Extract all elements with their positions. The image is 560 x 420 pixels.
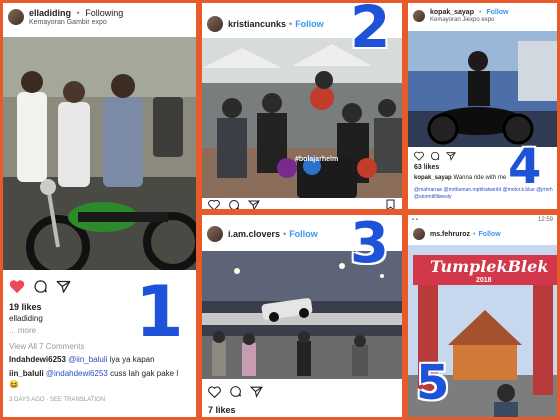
collage-number-5: 5: [416, 355, 450, 411]
follow-button[interactable]: Follow: [479, 231, 501, 238]
avatar[interactable]: [207, 16, 223, 32]
comment-mention[interactable]: @indahdewi6253: [46, 369, 108, 378]
likes-count[interactable]: 19 likes: [3, 302, 48, 312]
comment-row: Indahdewi6253 @iin_baluli iya ya kapan: [3, 355, 161, 366]
status-time: 12:59: [537, 217, 553, 223]
collage-number-3: 3: [350, 212, 389, 276]
caption-username[interactable]: elladiding: [3, 314, 49, 325]
following-label[interactable]: Following: [85, 8, 123, 18]
username[interactable]: ms.fehruroz: [430, 231, 470, 238]
post-header: kopak_sayap • Follow Kemayoran Jiexpo ex…: [408, 3, 557, 29]
post-card-3: i.am.clovers • Follow 7 likes 3: [199, 212, 405, 420]
more-link[interactable]: ... more: [3, 326, 42, 337]
post-actions: [3, 279, 77, 294]
comment-icon[interactable]: [228, 199, 240, 211]
laughing-emoji-icon: 😆: [9, 379, 19, 389]
separator-dot: •: [283, 229, 287, 239]
comment-mention[interactable]: @iin_baluli: [68, 355, 107, 364]
post-actions: [408, 151, 462, 161]
caption-row: kopak_sayap Wanna ride with me: [408, 174, 512, 182]
heart-icon[interactable]: [208, 385, 221, 398]
post-card-1: elladiding • Following Kemayoran Gambir …: [0, 0, 199, 420]
view-comments-link[interactable]: View All 7 Comments: [3, 342, 90, 353]
heart-icon[interactable]: [208, 199, 220, 211]
username[interactable]: kopak_sayap: [430, 9, 474, 16]
likes-count[interactable]: 7 likes: [202, 405, 242, 415]
comment-icon[interactable]: [430, 151, 440, 161]
avatar[interactable]: [413, 10, 425, 22]
follow-button[interactable]: Follow: [295, 19, 324, 29]
share-icon[interactable]: [56, 279, 71, 294]
status-bar: ▪ ▪ 12:59: [408, 215, 557, 225]
bookmark-icon[interactable]: [385, 199, 396, 211]
comment-username[interactable]: iin_baluli: [9, 369, 44, 378]
username[interactable]: i.am.clovers: [228, 229, 280, 239]
separator-dot: •: [473, 230, 476, 238]
avatar[interactable]: [8, 9, 24, 25]
separator-dot: •: [76, 8, 80, 18]
comment-row: iin_baluli @indahdewi6253 cuss lah gak p…: [3, 369, 196, 391]
separator-dot: •: [289, 19, 293, 29]
collage-number-1: 1: [135, 271, 184, 353]
comment-text: iya ya kapan: [109, 355, 155, 364]
post-header: ms.fehruroz • Follow: [408, 225, 557, 243]
share-icon[interactable]: [248, 199, 260, 211]
comment-username[interactable]: Indahdewi6253: [9, 355, 66, 364]
share-icon[interactable]: [250, 385, 263, 398]
post-photo[interactable]: [3, 37, 196, 270]
comment-icon[interactable]: [33, 279, 48, 294]
post-actions: [202, 385, 269, 398]
post-card-2: kristiancunks • Follow #bolajarhelm 2: [199, 0, 405, 212]
post-timestamp[interactable]: 3 DAYS AGO · SEE TRANSLATION: [3, 396, 111, 404]
location-label[interactable]: Kemayoran Jiexpo expo: [430, 17, 509, 23]
comment-text: cuss lah gak pake l: [110, 369, 179, 378]
location-label[interactable]: Kemayoran Gambir expo: [29, 19, 123, 26]
avatar[interactable]: [413, 228, 425, 240]
post-card-5: ▪ ▪ 12:59 ms.fehruroz • Follow TumplekBl…: [405, 212, 560, 420]
collage-number-4: 4: [508, 139, 542, 195]
post-card-4: kopak_sayap • Follow Kemayoran Jiexpo ex…: [405, 0, 560, 212]
username[interactable]: kristiancunks: [228, 19, 286, 29]
follow-button[interactable]: Follow: [486, 9, 508, 16]
avatar[interactable]: [207, 226, 223, 242]
banner-year: 2018: [476, 277, 492, 284]
rider-photo-illustration: [408, 31, 557, 147]
post-header: elladiding • Following Kemayoran Gambir …: [3, 3, 196, 31]
post-actions: [202, 199, 266, 211]
banner-text: TumplekBlek: [430, 257, 549, 276]
status-icons: ▪ ▪: [412, 217, 418, 223]
follow-button[interactable]: Follow: [289, 229, 318, 239]
crowd-photo-illustration: [202, 38, 402, 198]
post-photo[interactable]: [408, 31, 557, 147]
likes-count[interactable]: 63 likes: [408, 164, 445, 171]
share-icon[interactable]: [446, 151, 456, 161]
heart-icon[interactable]: [9, 279, 25, 294]
motorcycle-photo-illustration: [3, 37, 196, 270]
shirt-text: #bolajarhelm: [295, 156, 339, 163]
username[interactable]: elladiding: [29, 8, 71, 18]
heart-icon[interactable]: [414, 151, 424, 161]
caption-text: Wanna ride with me: [453, 175, 507, 181]
caption-username[interactable]: kopak_sayap: [414, 175, 452, 181]
post-photo[interactable]: #bolajarhelm: [202, 38, 402, 198]
comment-icon[interactable]: [229, 385, 242, 398]
collage-number-2: 2: [350, 0, 391, 61]
separator-dot: •: [478, 9, 482, 16]
